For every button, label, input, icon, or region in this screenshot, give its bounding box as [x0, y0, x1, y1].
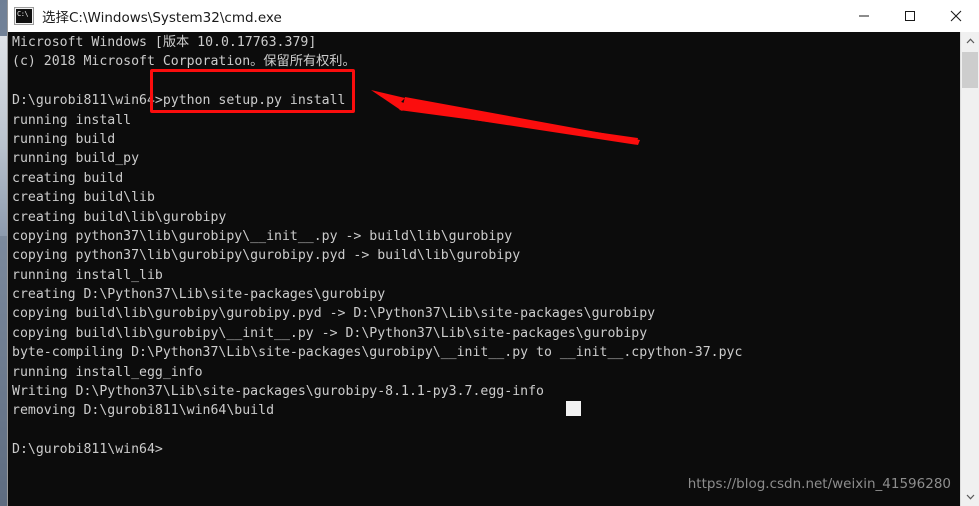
title-bar[interactable]: 选择C:\Windows\System32\cmd.exe [8, 0, 979, 33]
console-line: copying python37\lib\gurobipy\gurobipy.p… [12, 248, 521, 264]
console-text-buffer: Microsoft Windows [版本 10.0.17763.379] (c)… [12, 33, 742, 460]
console-line: byte-compiling D:\Python37\Lib\site-pack… [12, 345, 743, 361]
console-line: (c) 2018 Microsoft Corporation。保留所有权利。 [12, 54, 356, 70]
cmd-console-icon [14, 7, 34, 25]
window-title: 选择C:\Windows\System32\cmd.exe [42, 10, 282, 26]
console-line: Writing D:\Python37\Lib\site-packages\gu… [12, 384, 544, 400]
console-line: copying build\lib\gurobipy\__init__.py -… [12, 325, 648, 341]
maximize-icon [905, 11, 915, 21]
console-line: running build_py [12, 151, 140, 167]
close-icon [950, 10, 962, 22]
console-line: copying build\lib\gurobipy\gurobipy.pyd … [12, 306, 656, 322]
maximize-button[interactable] [887, 0, 933, 32]
scroll-down-arrow-icon[interactable] [961, 488, 979, 506]
console-line: running build [12, 131, 116, 147]
scroll-up-arrow-icon[interactable] [961, 32, 979, 50]
console-line: copying python37\lib\gurobipy\__init__.p… [12, 228, 513, 244]
console-line: D:\gurobi811\win64> [12, 442, 163, 458]
console-output-area[interactable]: Microsoft Windows [版本 10.0.17763.379] (c)… [8, 32, 961, 506]
chevron-up-icon [966, 38, 974, 44]
console-line: Microsoft Windows [版本 10.0.17763.379] [12, 35, 317, 50]
console-line: creating build [12, 170, 124, 186]
console-line: creating build\lib [12, 190, 155, 206]
minimize-button[interactable] [841, 0, 887, 32]
command-prompt-window: 选择C:\Windows\System32\cmd.exe Microsoft … [8, 0, 979, 506]
console-line: D:\gurobi811\win64>python setup.py insta… [12, 93, 346, 109]
console-line: running install_lib [12, 267, 163, 283]
text-cursor [566, 401, 581, 416]
watermark-url: https://blog.csdn.net/weixin_41596280 [687, 476, 951, 492]
close-button[interactable] [933, 0, 979, 32]
console-line: removing D:\gurobi811\win64\build [12, 403, 275, 419]
console-line: running install_egg_info [12, 364, 203, 380]
chevron-down-icon [966, 494, 974, 500]
console-line: running install [12, 112, 132, 128]
scrollbar-track[interactable] [961, 50, 979, 488]
vertical-scrollbar[interactable] [960, 32, 979, 506]
minimize-icon [859, 15, 869, 17]
console-line: creating build\lib\gurobipy [12, 209, 227, 225]
console-line: creating D:\Python37\Lib\site-packages\g… [12, 287, 386, 303]
scrollbar-thumb[interactable] [962, 52, 978, 88]
